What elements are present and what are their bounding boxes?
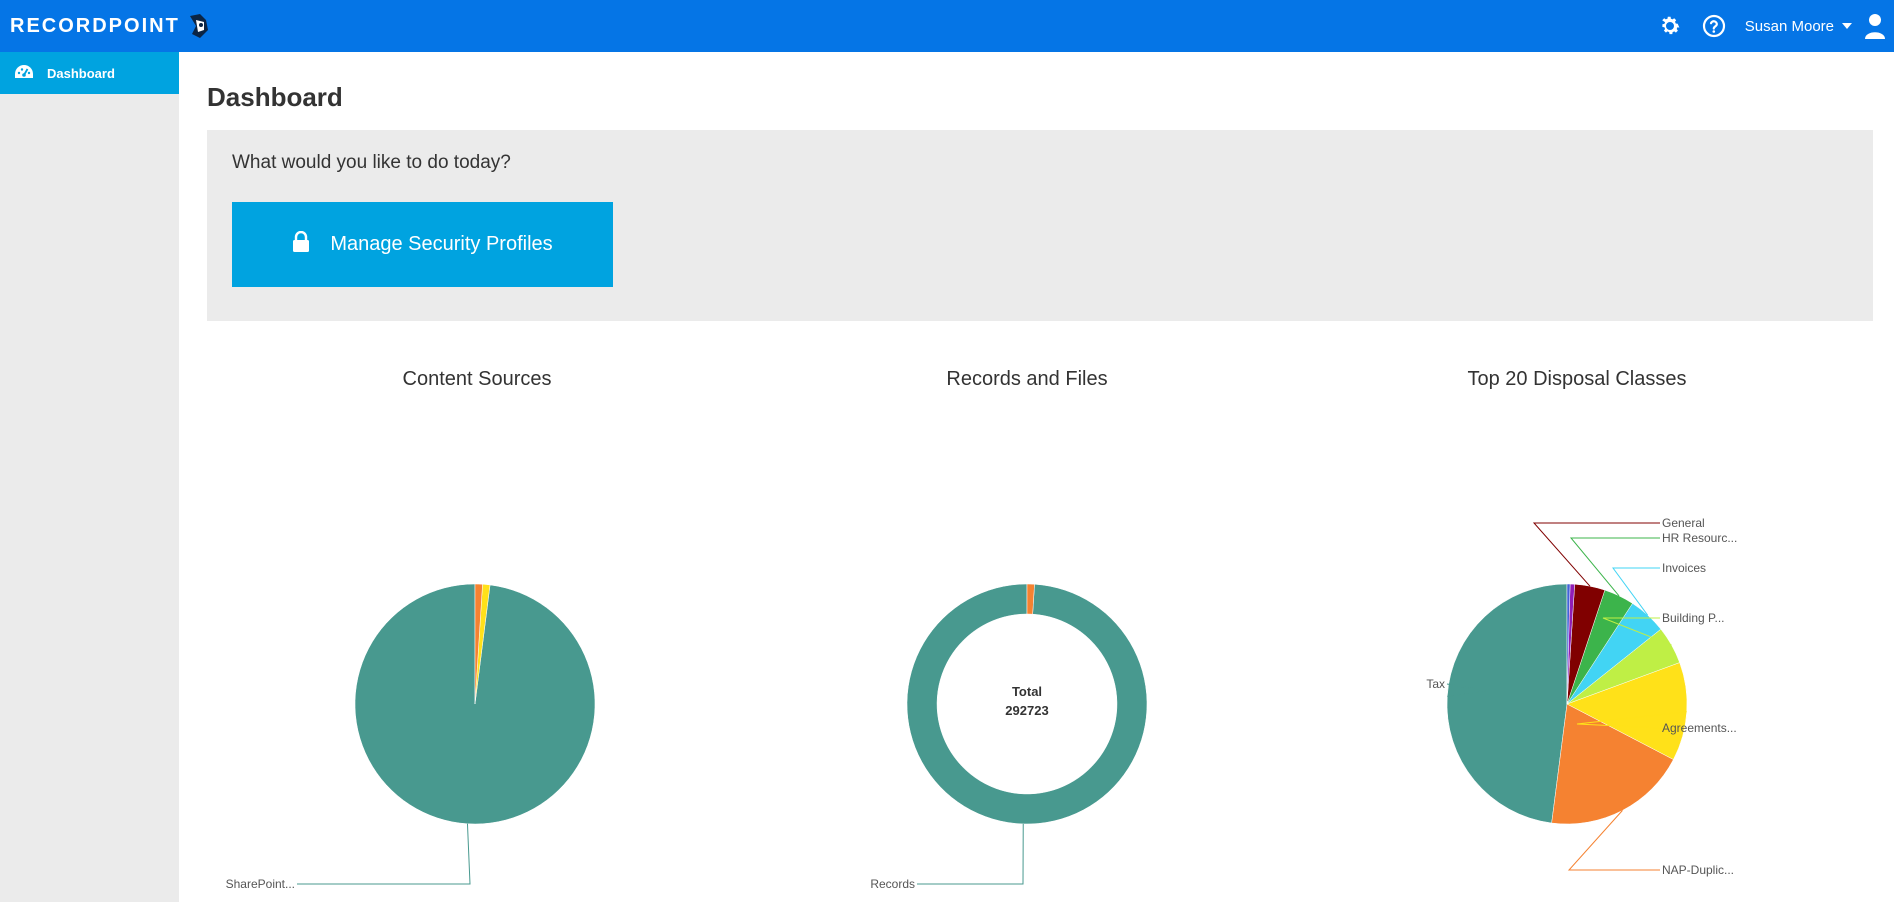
user-menu[interactable]: Susan Moore — [1745, 13, 1886, 39]
slice-label: General — [1662, 516, 1705, 530]
page-title: Dashboard — [207, 82, 343, 112]
chevron-down-icon — [1842, 23, 1852, 29]
slice-label: Agreements... — [1662, 721, 1737, 735]
slice-label: Tax — [1426, 677, 1445, 691]
settings-button[interactable] — [1657, 13, 1683, 39]
quick-actions-prompt: What would you like to do today? — [232, 152, 511, 173]
lock-icon — [293, 230, 310, 252]
brand-logo[interactable]: RECORDPOINT — [10, 12, 212, 40]
slice-label: Invoices — [1662, 561, 1706, 575]
disposal-classes-pie-chart: Tax NAP-Duplic... Agreements... Building P.… — [1426, 516, 1737, 877]
quick-actions-panel: What would you like to do today? Manage … — [207, 130, 1873, 321]
sidebar-item-dashboard[interactable]: Dashboard — [0, 52, 179, 94]
records-files-donut-chart: Records Total 292723 — [870, 583, 1148, 891]
donut-center-value: 292723 — [1005, 703, 1048, 718]
slice-label-leader — [297, 823, 471, 885]
slice-label: NAP-Duplic... — [1662, 863, 1734, 877]
slice-label: Records — [870, 877, 915, 891]
slice-label-leader — [917, 823, 1024, 885]
action-button-label: Manage Security Profiles — [330, 233, 553, 255]
brand-name: RECORDPOINT — [10, 14, 180, 37]
dashboard-icon — [15, 65, 33, 78]
help-button[interactable] — [1701, 13, 1727, 39]
donut-center-label: Total — [1012, 684, 1042, 699]
logo-mark-icon — [189, 14, 208, 38]
help-icon — [1702, 14, 1725, 38]
content-sources-pie-chart: SharePoint... — [226, 583, 596, 891]
manage-security-profiles-button[interactable]: Manage Security Profiles — [232, 202, 613, 287]
top-right-controls: Susan Moore — [1657, 0, 1894, 52]
sidebar: Dashboard — [0, 52, 179, 902]
pie-slice[interactable] — [1446, 583, 1568, 824]
top-bar: RECORDPOINT Susan Moore — [0, 0, 1894, 52]
user-name: Susan Moore — [1744, 17, 1834, 35]
sidebar-item-label: Dashboard — [47, 65, 115, 81]
slice-label: Building P... — [1662, 611, 1725, 625]
charts-area: Content Sources Records and Files Top 20… — [207, 368, 1875, 908]
user-icon — [1865, 14, 1885, 39]
main-content: Dashboard What would you like to do toda… — [207, 52, 1875, 891]
slice-label: HR Resourc... — [1662, 531, 1737, 545]
slice-label-leader — [1532, 522, 1660, 587]
gear-icon — [1661, 16, 1680, 35]
slice-label: SharePoint... — [226, 877, 295, 891]
